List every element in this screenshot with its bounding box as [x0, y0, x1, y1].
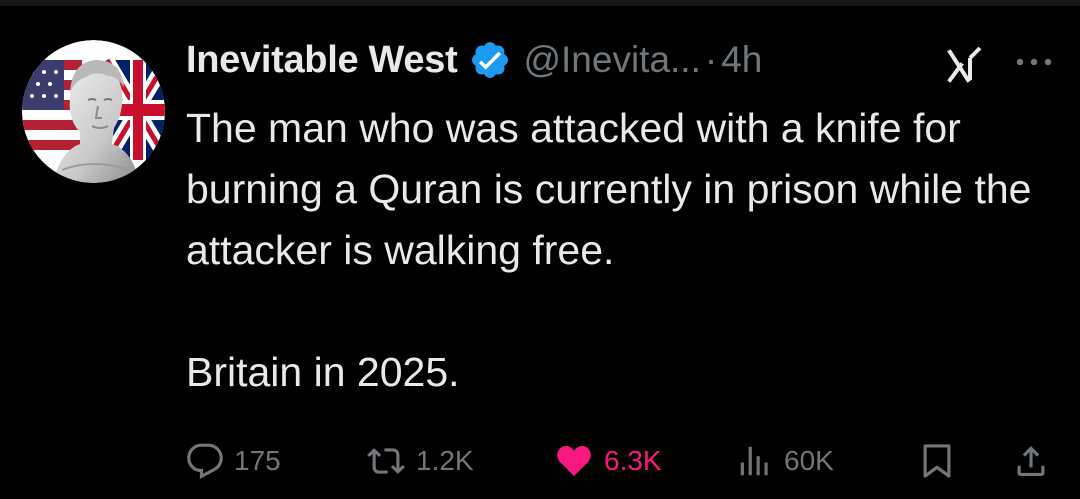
like-button[interactable]: 6.3K [554, 436, 662, 486]
display-name[interactable]: Inevitable West [186, 39, 458, 82]
repost-count: 1.2K [416, 445, 474, 476]
verified-badge-icon[interactable] [469, 39, 511, 81]
repost-icon [366, 442, 406, 480]
share-button[interactable] [1012, 436, 1050, 486]
share-icon [1012, 441, 1050, 481]
more-icon[interactable] [1012, 52, 1056, 72]
tweet-header: Inevitable West @Inevita... · 4h [186, 32, 1066, 88]
tweet-text: The man who was attacked with a knife fo… [186, 105, 1032, 395]
views-count: 60K [784, 445, 834, 476]
reply-icon [186, 442, 224, 480]
reply-button[interactable]: 175 [186, 436, 281, 486]
repost-button[interactable]: 1.2K [366, 436, 474, 486]
action-bar: 175 1.2K 6.3K 60K [0, 436, 1080, 486]
views-button[interactable]: 60K [736, 436, 834, 486]
bookmark-icon [918, 441, 956, 481]
views-icon [736, 442, 774, 480]
bookmark-button[interactable] [918, 436, 956, 486]
heart-icon [554, 442, 594, 480]
handle[interactable]: @Inevita... [523, 39, 700, 81]
tweet[interactable]: Inevitable West @Inevita... · 4h The man… [0, 0, 1080, 499]
avatar[interactable] [22, 40, 165, 183]
grok-icon[interactable] [944, 42, 988, 86]
reply-count: 175 [234, 445, 281, 476]
time-separator: · [704, 39, 718, 80]
like-count: 6.3K [604, 445, 662, 476]
timestamp[interactable]: 4h [721, 39, 762, 81]
